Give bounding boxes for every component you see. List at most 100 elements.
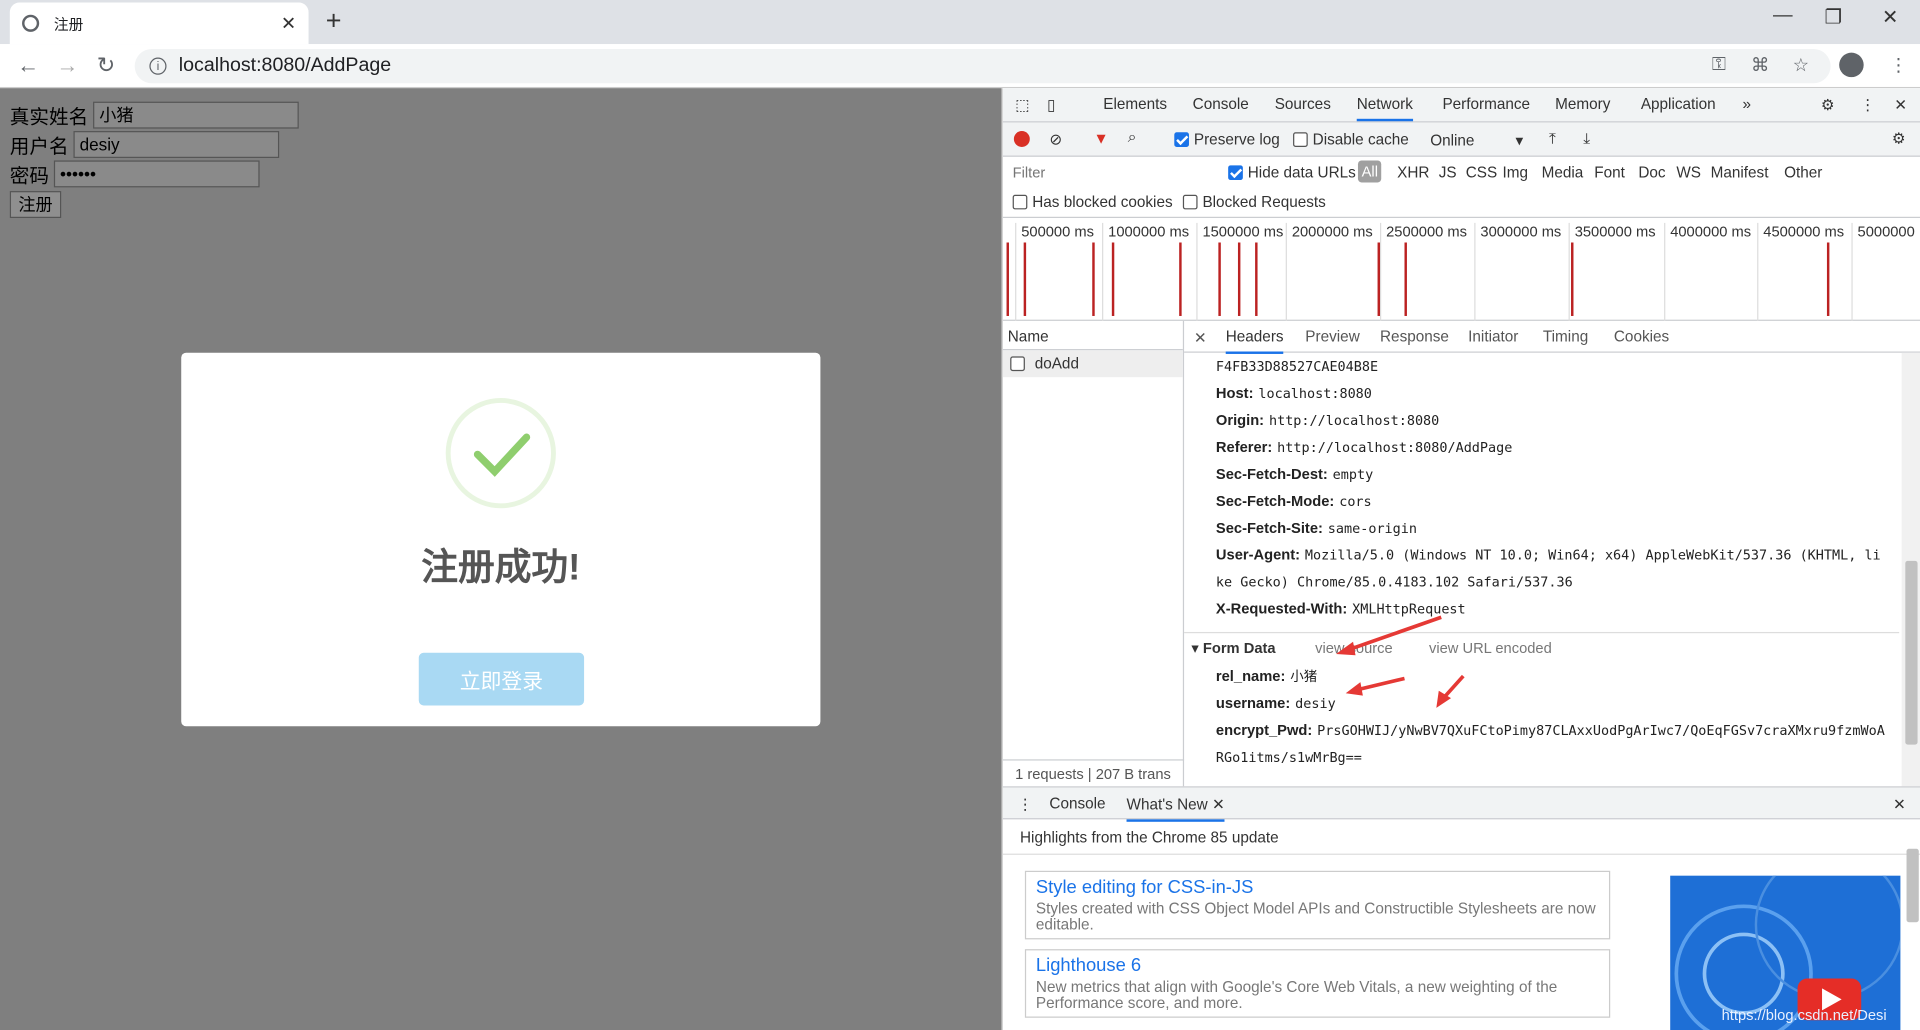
username-input[interactable] <box>73 131 280 158</box>
header-row: User-Agent: Mozilla/5.0 (Windows NT 10.0;… <box>1215 546 1881 564</box>
address-bar: ← → ↻ i localhost:8080/AddPage ⚿ ⌘ ☆ ⋮ <box>0 44 1920 89</box>
feature-card[interactable]: Lighthouse 6 New metrics that align with… <box>1024 949 1611 1018</box>
type-js[interactable]: JS <box>1439 164 1457 181</box>
search-icon[interactable]: ⌕ <box>1128 129 1137 147</box>
timeline-tick: 1000000 ms <box>1102 222 1189 321</box>
tab-headers[interactable]: Headers <box>1225 328 1284 354</box>
type-img[interactable]: Img <box>1502 164 1528 181</box>
timeline-tick: 5000000 <box>1851 222 1915 321</box>
header-row: Origin: http://localhost:8080 <box>1215 411 1440 429</box>
more-tabs-icon[interactable]: » <box>1742 96 1751 113</box>
back-icon[interactable]: ← <box>17 53 39 79</box>
has-blocked-cookies-checkbox[interactable]: Has blocked cookies <box>1012 194 1173 211</box>
drawer-tab-console[interactable]: Console <box>1049 795 1105 812</box>
drawer-tab-whats-new[interactable]: What's New ✕ <box>1126 795 1225 822</box>
translate-icon[interactable]: ⌘ <box>1751 54 1769 76</box>
tab-timing[interactable]: Timing <box>1543 328 1588 345</box>
close-tab-icon[interactable]: ✕ <box>281 12 296 34</box>
type-css[interactable]: CSS <box>1466 164 1497 181</box>
tab-memory[interactable]: Memory <box>1555 96 1610 113</box>
clear-icon[interactable]: ⊘ <box>1049 130 1062 148</box>
close-devtools-icon[interactable]: ✕ <box>1894 96 1907 114</box>
hide-data-urls-checkbox[interactable]: Hide data URLs <box>1228 164 1356 181</box>
tab-application[interactable]: Application <box>1641 96 1716 113</box>
timeline-marker <box>1092 242 1095 316</box>
password-input[interactable] <box>53 160 260 188</box>
tab-sources[interactable]: Sources <box>1275 96 1331 113</box>
video-thumbnail[interactable]: https://blog.csdn.net/Desi <box>1670 875 1901 1030</box>
import-icon[interactable]: ⤒ <box>1549 130 1556 148</box>
feature-card-desc: New metrics that align with Google's Cor… <box>1035 978 1558 1012</box>
drawer-scrollbar[interactable] <box>1906 848 1919 923</box>
detail-tabbar: ✕ Headers Preview Response Initiator Tim… <box>1184 321 1920 354</box>
star-icon[interactable]: ☆ <box>1793 54 1809 76</box>
menu-icon[interactable]: ⋮ <box>1889 54 1907 76</box>
new-tab-icon[interactable]: + <box>326 5 342 37</box>
reload-icon[interactable]: ↻ <box>97 53 115 79</box>
type-ws[interactable]: WS <box>1676 164 1701 181</box>
register-button[interactable]: 注册 <box>9 191 62 219</box>
username-label: 用户名 <box>9 137 69 158</box>
header-row: Host: localhost:8080 <box>1215 384 1372 402</box>
preserve-log-checkbox[interactable]: Preserve log <box>1174 131 1280 148</box>
record-icon[interactable] <box>1013 131 1030 147</box>
feature-card[interactable]: Style editing for CSS-in-JS Styles creat… <box>1024 870 1611 940</box>
success-modal: 注册成功! 立即登录 <box>181 352 821 727</box>
export-icon[interactable]: ⤓ <box>1583 130 1590 148</box>
kebab-icon[interactable]: ⋮ <box>1860 96 1875 114</box>
type-manifest[interactable]: Manifest <box>1711 164 1769 181</box>
tab-network[interactable]: Network <box>1356 96 1413 122</box>
type-all[interactable]: All <box>1357 160 1382 183</box>
timeline-marker <box>1237 242 1241 316</box>
tab-console[interactable]: Console <box>1193 96 1249 113</box>
type-doc[interactable]: Doc <box>1638 164 1665 181</box>
close-window-icon[interactable]: ✕ <box>1882 5 1898 29</box>
name-column-header[interactable]: Name <box>1002 321 1183 351</box>
feature-card-title[interactable]: Style editing for CSS-in-JS <box>1036 877 1599 898</box>
close-detail-icon[interactable]: ✕ <box>1194 328 1207 346</box>
timeline-marker <box>1023 242 1027 316</box>
tab-response[interactable]: Response <box>1380 328 1449 345</box>
login-now-button[interactable]: 立即登录 <box>418 652 585 706</box>
blocked-requests-checkbox[interactable]: Blocked Requests <box>1182 194 1326 211</box>
browser-window: 注册 ✕ + — ❐ ✕ ← → ↻ i localhost:8080/AddP… <box>0 0 1920 1030</box>
inspect-icon[interactable]: ⬚ <box>1015 96 1029 114</box>
request-detail: ✕ Headers Preview Response Initiator Tim… <box>1184 321 1920 787</box>
tab-cookies[interactable]: Cookies <box>1614 328 1669 345</box>
tab-elements[interactable]: Elements <box>1103 96 1167 113</box>
type-font[interactable]: Font <box>1594 164 1625 181</box>
close-whats-new-icon[interactable]: ✕ <box>1212 796 1225 813</box>
globe-icon <box>22 14 40 32</box>
drawer-menu-icon[interactable]: ⋮ <box>1018 795 1033 813</box>
tab-initiator[interactable]: Initiator <box>1468 328 1518 345</box>
form-data-title[interactable]: ▾ Form Data <box>1191 639 1275 656</box>
url-field[interactable]: i localhost:8080/AddPage <box>134 48 1831 84</box>
close-drawer-icon[interactable]: ✕ <box>1893 795 1906 813</box>
maximize-icon[interactable]: ❐ <box>1824 5 1842 29</box>
type-other[interactable]: Other <box>1784 164 1822 181</box>
tab-preview[interactable]: Preview <box>1305 328 1359 345</box>
network-settings-icon[interactable]: ⚙ <box>1892 129 1906 147</box>
device-icon[interactable]: ▯ <box>1047 96 1055 114</box>
filter-icon[interactable]: ▼ <box>1093 130 1108 147</box>
type-xhr[interactable]: XHR <box>1397 164 1429 181</box>
throttle-select[interactable]: Online ▾ <box>1430 131 1523 149</box>
feature-card-title[interactable]: Lighthouse 6 <box>1036 955 1599 976</box>
tab-performance[interactable]: Performance <box>1442 96 1530 113</box>
settings-icon[interactable]: ⚙ <box>1821 96 1835 114</box>
scroll-thumb[interactable] <box>1905 560 1918 745</box>
browser-tab[interactable]: 注册 ✕ <box>9 2 309 45</box>
web-page: 真实姓名 用户名 密码 注册 注册成功! 立即登录 <box>0 88 1002 1030</box>
detail-scrollbar[interactable] <box>1901 352 1920 787</box>
network-timeline: 500000 ms 1000000 ms 1500000 ms 2000000 … <box>1002 218 1920 321</box>
realname-input[interactable] <box>93 101 299 129</box>
key-icon[interactable]: ⚿ <box>1712 54 1726 75</box>
minimize-icon[interactable]: — <box>1773 5 1793 27</box>
type-media[interactable]: Media <box>1542 164 1584 181</box>
disable-cache-checkbox[interactable]: Disable cache <box>1293 131 1409 148</box>
info-icon[interactable]: i <box>149 57 167 75</box>
request-row[interactable]: doAdd <box>1002 350 1183 378</box>
filter-input[interactable] <box>1007 160 1209 185</box>
avatar[interactable] <box>1839 52 1864 78</box>
forward-icon[interactable]: → <box>56 53 78 79</box>
